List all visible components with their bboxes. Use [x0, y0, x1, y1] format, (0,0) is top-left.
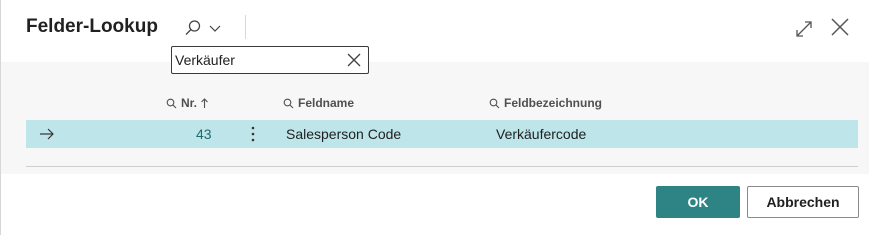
clear-icon[interactable] [347, 53, 361, 67]
table-row[interactable]: 43 Salesperson Code Verkäufercode [26, 120, 858, 148]
dialog-title: Felder-Lookup [26, 16, 158, 37]
column-header-feldbezeichnung[interactable]: Feldbezeichnung [489, 96, 602, 110]
search-input[interactable] [175, 50, 341, 70]
search-icon [283, 98, 294, 108]
list-area [1, 62, 869, 174]
ok-button[interactable]: OK [656, 186, 740, 218]
arrow-right-icon [40, 128, 54, 140]
search-icon [166, 98, 177, 108]
column-header-label: Feldbezeichnung [504, 96, 603, 110]
cell-nr[interactable]: 43 [196, 126, 212, 142]
toolbar-divider [245, 15, 246, 39]
search-box [171, 46, 369, 74]
footer-divider [26, 166, 858, 167]
close-icon[interactable] [829, 16, 851, 38]
column-header-nr[interactable]: Nr. [166, 96, 213, 110]
lookup-dialog: Felder-Lookup Nr. [0, 0, 870, 235]
cancel-button[interactable]: Abbrechen [747, 186, 859, 218]
search-toggle-button[interactable] [184, 15, 224, 41]
search-icon [489, 98, 500, 108]
search-icon [185, 20, 201, 35]
column-header-label: Nr. [181, 96, 198, 110]
cell-feldbezeichnung[interactable]: Verkäufercode [496, 126, 586, 142]
more-vertical-icon[interactable] [248, 125, 258, 143]
cell-feldname[interactable]: Salesperson Code [286, 126, 401, 142]
column-header-label: Feldname [298, 96, 355, 110]
expand-icon[interactable] [793, 18, 815, 40]
sort-ascending-icon [201, 97, 208, 108]
chevron-down-icon [209, 25, 221, 32]
column-header-feldname[interactable]: Feldname [283, 96, 354, 110]
